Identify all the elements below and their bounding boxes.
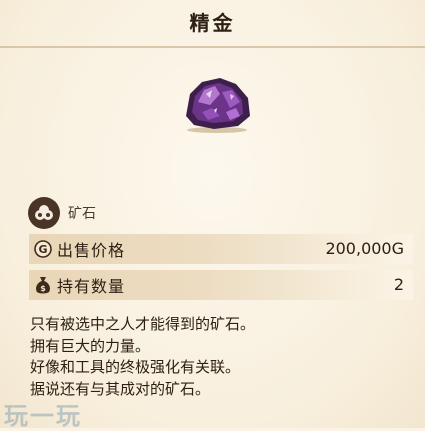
site-watermark: 玩一玩 (4, 402, 82, 430)
sell-price-value: 200,000G (325, 239, 404, 258)
held-quantity-value: 2 (393, 275, 404, 294)
ore-pile-icon (28, 197, 60, 229)
category-label: 矿石 (68, 206, 96, 222)
item-category: 矿石 (28, 196, 96, 230)
description-line: 好像和工具的终极强化有关联。 (30, 358, 241, 376)
held-quantity-row: $ 持有数量 2 (29, 270, 413, 300)
description-line: 拥有巨大的力量。 (30, 336, 151, 355)
gold-coin-icon: G (33, 239, 53, 259)
money-bag-icon: $ (33, 275, 53, 295)
svg-text:$: $ (40, 284, 46, 293)
item-description: 只有被选中之人才能得到的矿石。 拥有巨大的力量。 好像和工具的终极强化有关联。 … (30, 314, 410, 400)
description-line: 只有被选中之人才能得到的矿石。 (30, 315, 256, 333)
item-title: 精金 (0, 0, 425, 48)
held-quantity-label: 持有数量 (57, 277, 126, 296)
svg-text:G: G (38, 243, 47, 256)
sell-price-row: G 出售价格 200,000G (29, 234, 413, 264)
description-line: 据说还有与其成对的矿石。 (30, 379, 211, 398)
purple-ore-crystal-icon (180, 72, 254, 134)
sell-price-label: 出售价格 (57, 241, 126, 260)
